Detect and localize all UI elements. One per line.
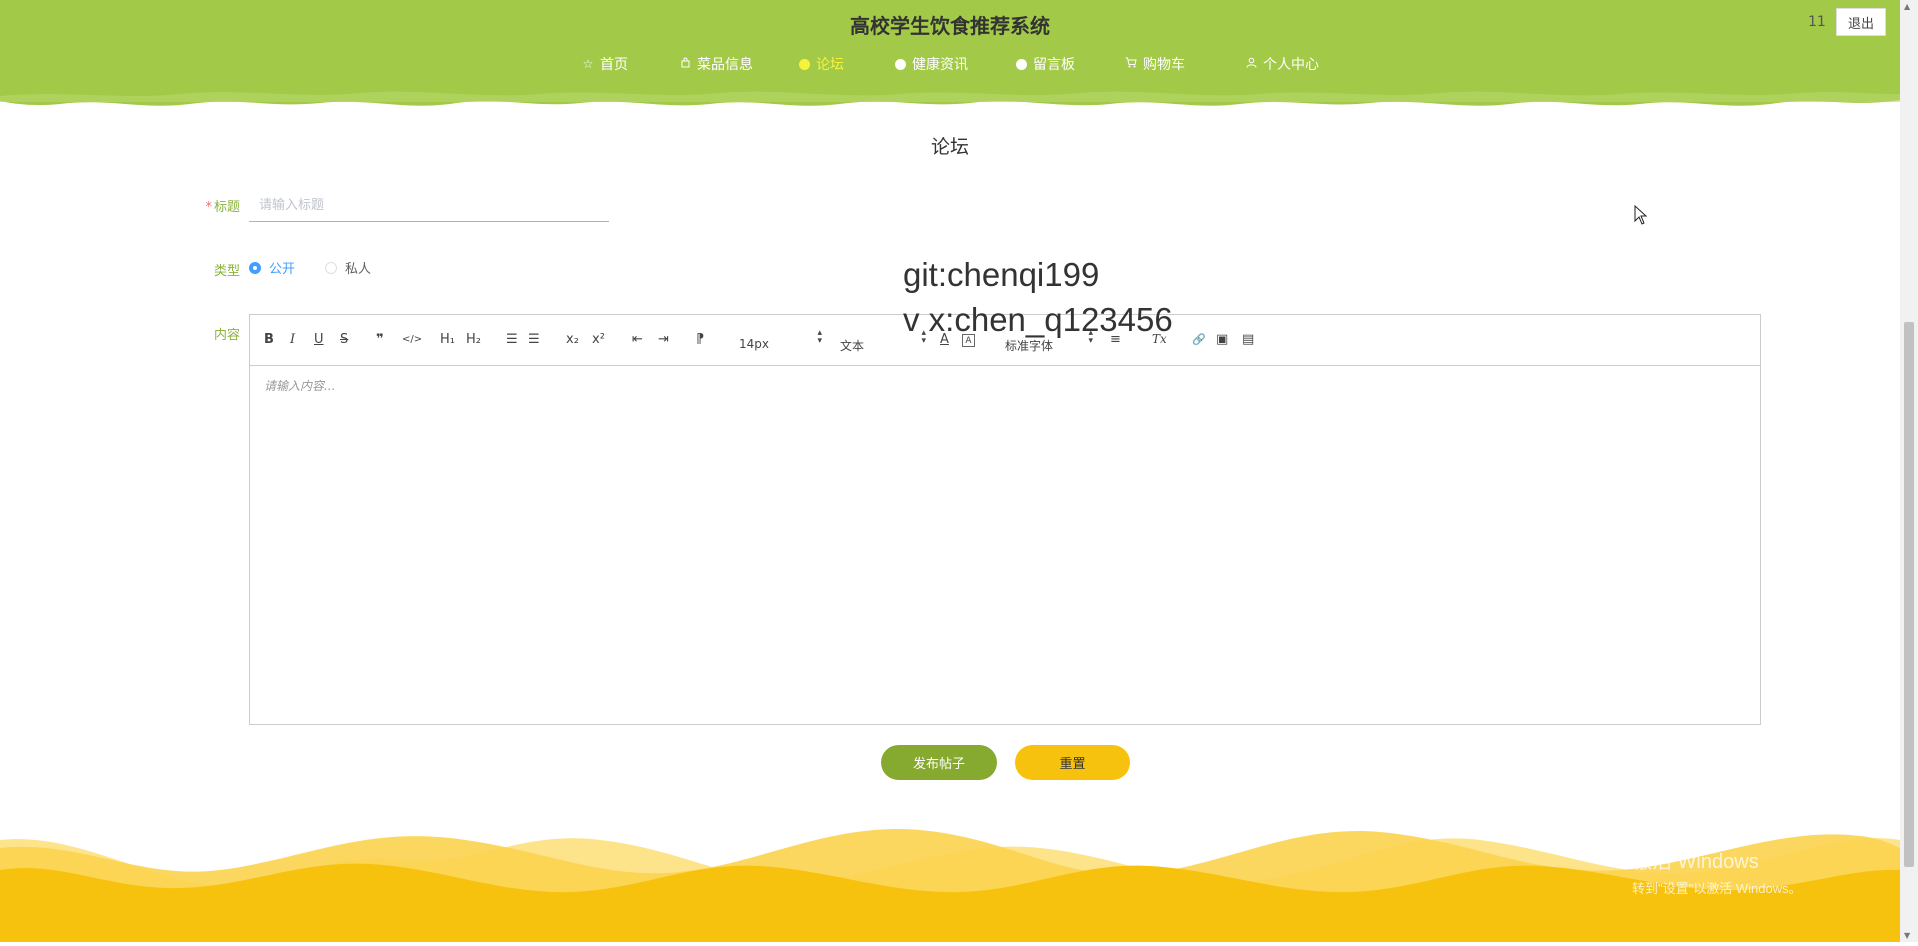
indent-icon[interactable]: ⇥ <box>658 329 669 349</box>
content-label: 内容 <box>213 328 240 343</box>
bullet-list-icon[interactable]: ☰ <box>528 329 540 349</box>
font-color-icon[interactable]: A <box>940 329 949 349</box>
nav-item-home[interactable]: ☆ 首页 <box>582 52 628 76</box>
circle-icon <box>895 58 906 70</box>
underline-button[interactable]: U <box>314 329 324 349</box>
site-title: 高校学生饮食推荐系统 <box>850 14 1050 38</box>
main-nav: ☆ 首页 菜品信息 论坛 健康资讯 留言板 购物车 个人中心 <box>0 52 1900 76</box>
nav-item-forum[interactable]: 论坛 <box>799 52 844 76</box>
nav-item-profile[interactable]: 个人中心 <box>1245 52 1319 76</box>
nav-item-label: 菜品信息 <box>697 57 753 73</box>
nav-item-cart[interactable]: 购物车 <box>1125 52 1185 76</box>
footer-wave <box>0 820 1900 942</box>
radio-circle <box>325 261 338 274</box>
nav-item-message-board[interactable]: 留言板 <box>1016 52 1075 76</box>
h2-button[interactable]: H₂ <box>466 329 481 349</box>
footer-wave-background <box>0 828 1900 942</box>
background-color-icon[interactable]: A <box>962 334 975 347</box>
nav-item-label: 健康资讯 <box>912 57 968 73</box>
nav-item-dishes[interactable]: 菜品信息 <box>679 52 753 76</box>
nav-item-label: 个人中心 <box>1263 57 1319 73</box>
watermark-line: git:chenqi199 <box>903 256 1100 293</box>
editor-content-area[interactable]: 请输入内容... <box>250 366 1760 724</box>
subscript-button[interactable]: x₂ <box>566 329 579 349</box>
radio-circle <box>249 261 261 274</box>
superscript-button[interactable]: x² <box>592 329 605 349</box>
type-radio-group: 公开 私人 <box>249 258 401 277</box>
nav-item-label: 论坛 <box>816 57 844 73</box>
code-block-button[interactable]: </> <box>402 329 422 349</box>
page-title: 论坛 <box>930 136 969 158</box>
radio-label: 公开 <box>269 262 296 277</box>
header-select-value: 文本 <box>840 339 865 353</box>
windows-activation-notice: 激活 Windows 转到"设置"以激活 Windows。 <box>1632 845 1802 897</box>
site-header: 高校学生饮食推荐系统 ☆ 首页 菜品信息 论坛 健康资讯 留言板 购物车 个人中… <box>0 0 1900 112</box>
header-select[interactable]: 文本 ▴ ▾ <box>840 328 926 354</box>
nav-item-label: 留言板 <box>1033 57 1075 73</box>
type-label: 类型 <box>213 264 240 279</box>
radio-public[interactable]: 公开 <box>249 258 295 277</box>
strike-button[interactable]: S <box>340 329 348 349</box>
circle-icon <box>1016 58 1027 70</box>
scroll-up-icon[interactable]: ▲ <box>1904 2 1910 11</box>
title-label: * 标题 <box>180 196 240 215</box>
editor-toolbar: B I U S ❞ </> H₁ H₂ ☰ ☰ x₂ x² ⇤ ⇥ ⁋ 14px… <box>250 315 1760 366</box>
star-icon: ☆ <box>582 57 594 71</box>
blockquote-button[interactable]: ❞ <box>376 329 384 349</box>
radio-label: 私人 <box>345 262 372 277</box>
nav-item-label: 购物车 <box>1143 57 1185 73</box>
scroll-down-icon[interactable]: ▼ <box>1904 931 1910 940</box>
activation-subtitle: 转到"设置"以激活 Windows。 <box>1632 881 1802 896</box>
user-id-display: 11 <box>1808 14 1826 30</box>
radio-private[interactable]: 私人 <box>325 258 371 277</box>
h1-button[interactable]: H₁ <box>440 329 455 349</box>
font-size-value: 14px <box>739 337 769 351</box>
page-scrollbar[interactable]: ▲ ▼ <box>1900 0 1918 942</box>
mouse-cursor-icon <box>1634 205 1648 225</box>
select-caret-icon: ▴ ▾ <box>921 328 926 346</box>
select-caret-icon: ▴ ▾ <box>817 328 822 346</box>
font-family-select[interactable]: 标准字体 ▴ ▾ <box>1005 328 1093 354</box>
link-icon[interactable]: 🔗 <box>1192 329 1206 349</box>
select-caret-icon: ▴ ▾ <box>1088 328 1093 346</box>
text-direction-icon[interactable]: ⁋ <box>696 329 704 349</box>
activation-title: 激活 Windows <box>1632 851 1759 873</box>
cart-icon <box>1125 57 1137 71</box>
reset-button[interactable]: 重置 <box>1015 745 1130 780</box>
italic-button[interactable]: I <box>290 329 295 349</box>
required-mark: * <box>205 200 212 215</box>
scroll-thumb[interactable] <box>1904 322 1914 867</box>
ordered-list-icon[interactable]: ☰ <box>506 329 518 349</box>
circle-icon <box>799 58 810 70</box>
bold-button[interactable]: B <box>264 329 274 349</box>
publish-post-button[interactable]: 发布帖子 <box>881 745 997 780</box>
font-family-value: 标准字体 <box>1005 339 1054 353</box>
nav-item-label: 首页 <box>600 57 628 73</box>
title-input[interactable] <box>249 190 609 222</box>
image-icon[interactable]: ▣ <box>1216 329 1228 349</box>
nav-item-health-news[interactable]: 健康资讯 <box>895 52 968 76</box>
clear-format-icon[interactable]: Tx <box>1152 329 1167 349</box>
outdent-icon[interactable]: ⇤ <box>632 329 643 349</box>
logout-button[interactable]: 退出 <box>1836 8 1886 36</box>
user-icon <box>1245 57 1257 71</box>
bag-icon <box>679 57 691 71</box>
video-icon[interactable]: ▤ <box>1242 329 1254 349</box>
title-label-text: 标题 <box>213 200 240 215</box>
align-icon[interactable]: ≡ <box>1110 329 1121 349</box>
rich-text-editor: B I U S ❞ </> H₁ H₂ ☰ ☰ x₂ x² ⇤ ⇥ ⁋ 14px… <box>249 314 1761 725</box>
font-size-select[interactable]: 14px ▴ ▾ <box>739 329 822 353</box>
